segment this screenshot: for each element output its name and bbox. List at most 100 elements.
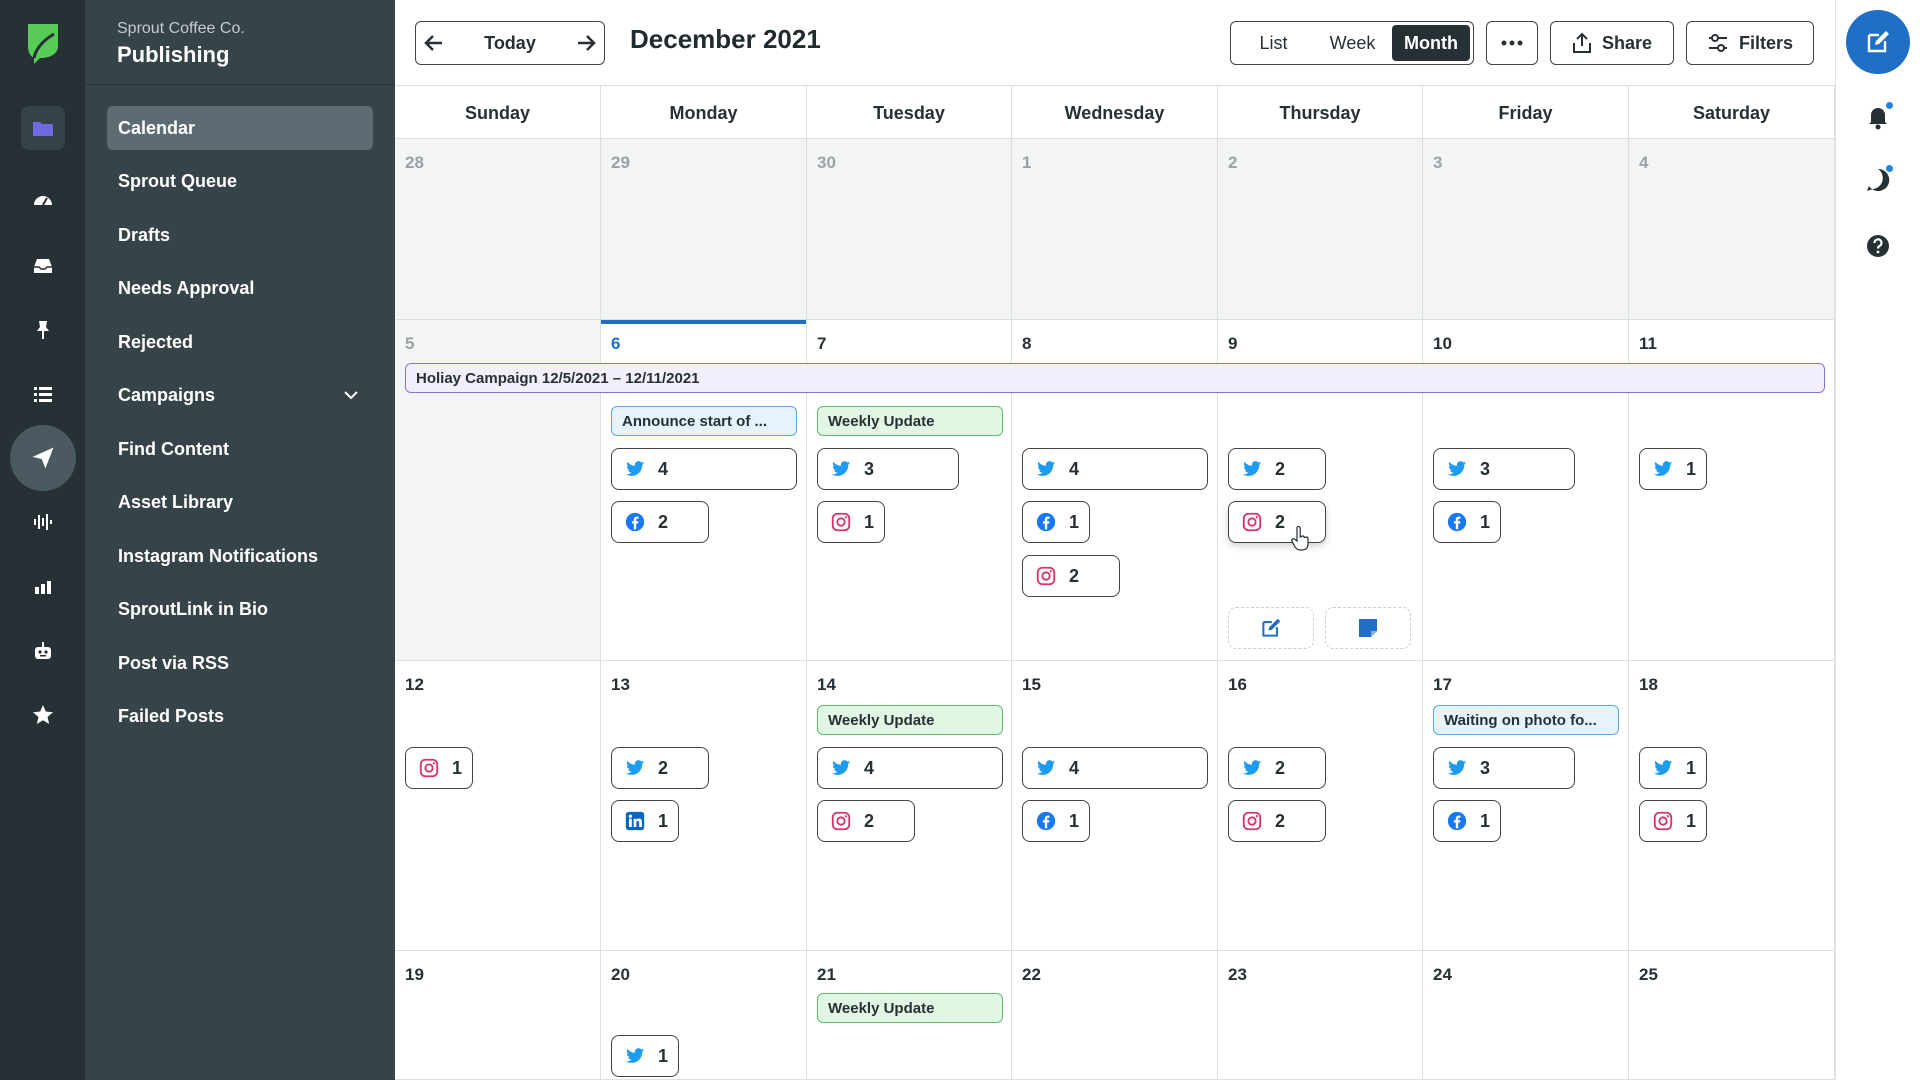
day-cell[interactable]: 25: [1629, 951, 1835, 1080]
post-group-instagram[interactable]: 1: [405, 747, 473, 789]
post-group-twitter[interactable]: 2: [1228, 448, 1326, 490]
post-count: 1: [864, 511, 875, 532]
note-weekly-update[interactable]: Weekly Update: [817, 406, 1003, 436]
instagram-icon: [831, 512, 851, 532]
post-count: 3: [864, 458, 875, 479]
post-group-instagram[interactable]: 1: [1639, 800, 1707, 842]
folder-icon[interactable]: [21, 106, 65, 150]
day-cell[interactable]: 28: [395, 139, 601, 320]
post-group-instagram[interactable]: 1: [817, 501, 885, 543]
post-group-twitter[interactable]: 1: [611, 1035, 679, 1077]
sidebar-item-needs-approval[interactable]: Needs Approval: [107, 266, 373, 310]
note-weekly-update[interactable]: Weekly Update: [817, 993, 1003, 1023]
day-cell[interactable]: 12: [395, 661, 601, 951]
today-button[interactable]: Today: [452, 33, 568, 54]
pin-icon[interactable]: [21, 308, 65, 352]
post-group-twitter[interactable]: 3: [1433, 747, 1575, 789]
previous-arrow-icon[interactable]: [416, 25, 452, 61]
activity-icon[interactable]: [1864, 164, 1894, 194]
sidebar-item-rejected[interactable]: Rejected: [107, 320, 373, 364]
post-group-facebook[interactable]: 1: [1022, 501, 1090, 543]
sidebar-item-find-content[interactable]: Find Content: [107, 427, 373, 471]
reports-icon[interactable]: [21, 565, 65, 609]
post-group-twitter[interactable]: 1: [1639, 747, 1707, 789]
note-waiting-photo[interactable]: Waiting on photo fo...: [1433, 705, 1619, 735]
day-cell[interactable]: 29: [601, 139, 807, 320]
twitter-icon: [1242, 461, 1262, 476]
post-group-twitter[interactable]: 3: [1433, 448, 1575, 490]
post-group-twitter[interactable]: 2: [611, 747, 709, 789]
day-cell[interactable]: 23: [1218, 951, 1423, 1080]
post-group-twitter[interactable]: 4: [1022, 448, 1208, 490]
post-group-instagram[interactable]: 2: [817, 800, 915, 842]
day-cell[interactable]: 4: [1629, 139, 1835, 320]
post-group-instagram[interactable]: 2: [1228, 800, 1326, 842]
sidebar-item-asset-library[interactable]: Asset Library: [107, 480, 373, 524]
post-group-twitter[interactable]: 2: [1228, 747, 1326, 789]
more-options-button[interactable]: [1486, 21, 1538, 65]
post-group-twitter[interactable]: 4: [817, 747, 1003, 789]
bot-icon[interactable]: [21, 629, 65, 673]
view-week-button[interactable]: Week: [1313, 25, 1392, 61]
post-group-twitter[interactable]: 1: [1639, 448, 1707, 490]
post-group-twitter[interactable]: 4: [1022, 747, 1208, 789]
inbox-icon[interactable]: [21, 244, 65, 288]
post-group-facebook[interactable]: 1: [1433, 800, 1501, 842]
note-weekly-update[interactable]: Weekly Update: [817, 705, 1003, 735]
next-arrow-icon[interactable]: [568, 25, 604, 61]
day-cell[interactable]: 2: [1218, 139, 1423, 320]
quick-note-button[interactable]: [1325, 607, 1411, 649]
day-number: 15: [1022, 675, 1041, 694]
day-cell[interactable]: 3: [1423, 139, 1629, 320]
weekday-thursday: Thursday: [1218, 86, 1423, 140]
post-group-twitter[interactable]: 3: [817, 448, 959, 490]
filters-button[interactable]: Filters: [1686, 21, 1814, 65]
bell-icon[interactable]: [1864, 101, 1894, 131]
help-icon[interactable]: [1864, 232, 1892, 260]
star-icon[interactable]: [21, 693, 65, 737]
view-month-button[interactable]: Month: [1392, 25, 1470, 61]
post-group-instagram[interactable]: 2: [1022, 555, 1120, 597]
sidebar-item-sprout-queue[interactable]: Sprout Queue: [107, 159, 373, 203]
sidebar-item-instagram-notifications[interactable]: Instagram Notifications: [107, 534, 373, 578]
publishing-sidebar: Sprout Coffee Co. Publishing Calendar Sp…: [85, 0, 395, 1080]
sidebar-item-calendar[interactable]: Calendar: [107, 106, 373, 150]
twitter-icon: [1447, 461, 1467, 476]
list-icon[interactable]: [21, 372, 65, 416]
day-number: 30: [817, 153, 836, 172]
sidebar-item-campaigns[interactable]: Campaigns: [107, 373, 373, 417]
post-group-twitter[interactable]: 4: [611, 448, 797, 490]
note-announce[interactable]: Announce start of ...: [611, 406, 797, 436]
sidebar-item-drafts[interactable]: Drafts: [107, 213, 373, 257]
day-number: 14: [817, 675, 836, 694]
listening-icon[interactable]: [21, 500, 65, 544]
sidebar-item-post-via-rss[interactable]: Post via RSS: [107, 641, 373, 685]
post-count: 2: [1275, 458, 1286, 479]
quick-compose-button[interactable]: [1228, 607, 1314, 649]
campaign-bar[interactable]: Holiay Campaign 12/5/2021 – 12/11/2021: [405, 363, 1825, 393]
day-cell[interactable]: 22: [1012, 951, 1218, 1080]
share-button[interactable]: Share: [1550, 21, 1674, 65]
day-cell[interactable]: 24: [1423, 951, 1629, 1080]
view-list-button[interactable]: List: [1234, 25, 1313, 61]
post-group-facebook[interactable]: 1: [1022, 800, 1090, 842]
day-cell[interactable]: 30: [807, 139, 1012, 320]
post-group-facebook[interactable]: 1: [1433, 501, 1501, 543]
sidebar-item-sproutlink-in-bio[interactable]: SproutLink in Bio: [107, 587, 373, 631]
instagram-icon: [419, 758, 439, 778]
sidebar-item-failed-posts[interactable]: Failed Posts: [107, 694, 373, 738]
post-group-facebook[interactable]: 2: [611, 501, 709, 543]
sidebar-header: Sprout Coffee Co. Publishing: [85, 0, 395, 85]
day-number: 11: [1639, 334, 1657, 353]
sprout-logo-icon[interactable]: [22, 20, 62, 66]
dashboard-icon[interactable]: [21, 179, 65, 223]
compose-button[interactable]: [1846, 10, 1910, 74]
send-icon[interactable]: [10, 425, 76, 491]
day-cell[interactable]: 19: [395, 951, 601, 1080]
facebook-icon: [1036, 512, 1056, 532]
right-rail: [1835, 0, 1920, 1080]
day-number: 20: [611, 965, 630, 984]
day-cell[interactable]: 1: [1012, 139, 1218, 320]
post-group-linkedin[interactable]: 1: [611, 800, 679, 842]
post-group-instagram[interactable]: 2: [1228, 501, 1326, 543]
